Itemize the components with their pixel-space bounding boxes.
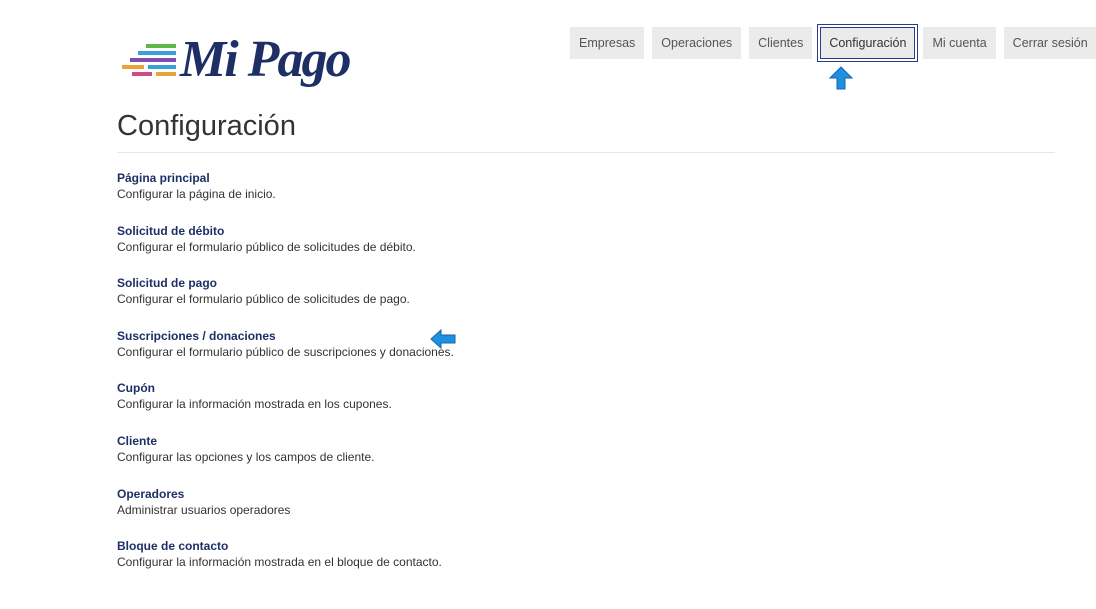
logo-text: Mi Pago	[180, 31, 351, 88]
settings-item-description: Configurar la información mostrada en lo…	[117, 397, 392, 412]
settings-item-solicitud-de-debito: Solicitud de débito Configurar el formul…	[117, 223, 817, 276]
nav-empresas-button[interactable]: Empresas	[570, 27, 645, 59]
nav-clientes-button[interactable]: Clientes	[749, 27, 813, 59]
settings-item-cliente: Cliente Configurar las opciones y los ca…	[117, 433, 817, 486]
settings-item-title[interactable]: Bloque de contacto	[117, 538, 817, 554]
nav-configuracion-button[interactable]: Configuración	[817, 24, 919, 62]
settings-item-bloque-de-contacto: Bloque de contacto Configurar la informa…	[117, 538, 817, 591]
settings-item-description: Administrar usuarios operadores	[117, 502, 291, 517]
nav-operaciones-button[interactable]: Operaciones	[652, 27, 742, 59]
settings-item-title[interactable]: Cliente	[117, 433, 817, 449]
settings-item-description: Configurar la información mostrada en el…	[117, 555, 442, 570]
settings-item-description: Configurar el formulario público de susc…	[117, 344, 454, 359]
settings-item-suscripciones-donaciones: Suscripciones / donaciones Configurar el…	[117, 328, 817, 381]
settings-item-description: Configurar el formulario público de soli…	[117, 239, 416, 254]
page-title: Configuración	[117, 110, 296, 142]
settings-item-title[interactable]: Solicitud de pago	[117, 275, 817, 291]
title-divider	[117, 152, 1055, 153]
settings-item-title[interactable]: Solicitud de débito	[117, 223, 817, 239]
settings-item-title[interactable]: Suscripciones / donaciones	[117, 328, 817, 344]
arrow-left-icon	[430, 329, 456, 349]
top-navigation: Empresas Operaciones Clientes Configurac…	[570, 24, 1096, 62]
settings-list: Página principal Configurar la página de…	[117, 170, 817, 591]
nav-mi-cuenta-button[interactable]: Mi cuenta	[923, 27, 996, 59]
settings-item-description: Configurar las opciones y los campos de …	[117, 449, 375, 464]
settings-item-operadores: Operadores Administrar usuarios operador…	[117, 486, 817, 539]
mi-pago-logo[interactable]: Mi Pago	[120, 31, 370, 100]
settings-item-solicitud-de-pago: Solicitud de pago Configurar el formular…	[117, 275, 817, 328]
settings-item-description: Configurar el formulario público de soli…	[117, 292, 410, 307]
settings-item-pagina-principal: Página principal Configurar la página de…	[117, 170, 817, 223]
settings-item-cupon: Cupón Configurar la información mostrada…	[117, 380, 817, 433]
settings-item-description: Configurar la página de inicio.	[117, 187, 276, 201]
nav-cerrar-sesion-button[interactable]: Cerrar sesión	[1003, 27, 1096, 59]
settings-item-title[interactable]: Página principal	[117, 170, 817, 186]
settings-item-title[interactable]: Operadores	[117, 486, 817, 502]
logo-stripes-icon	[122, 44, 176, 76]
settings-item-title[interactable]: Cupón	[117, 380, 817, 396]
arrow-up-icon	[829, 66, 853, 90]
